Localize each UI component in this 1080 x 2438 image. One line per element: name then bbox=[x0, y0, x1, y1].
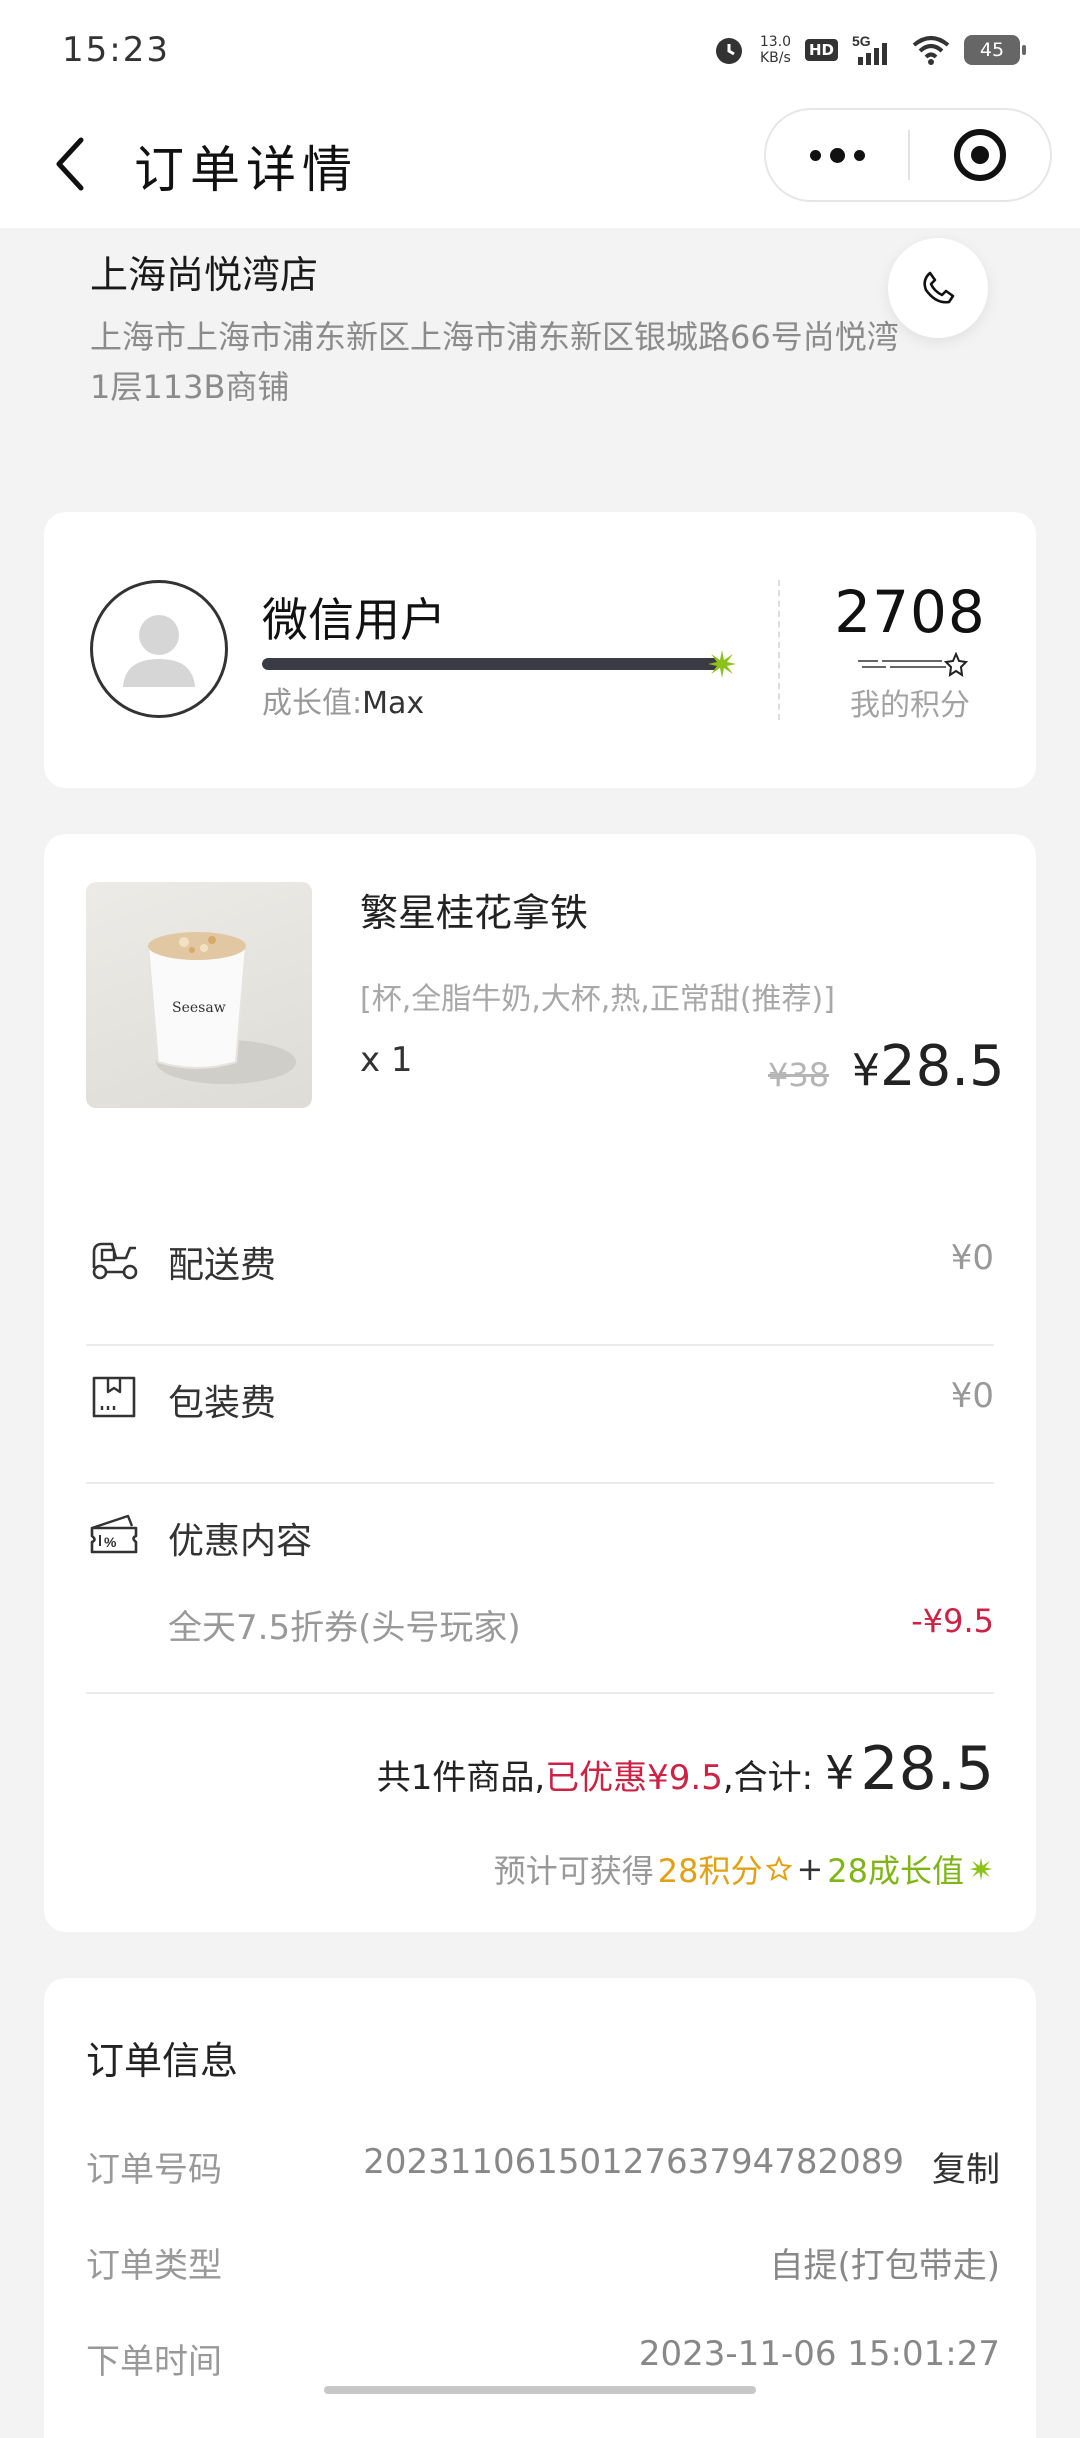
order-type-label: 订单类型 bbox=[86, 2246, 222, 2286]
delivery-fee-label: 配送费 bbox=[168, 1245, 277, 1286]
member-card: 微信用户 成长值:Max 2708 我的积分 bbox=[44, 512, 1036, 788]
delivery-fee-value: ¥0 bbox=[950, 1238, 994, 1278]
delivery-fee-row: 配送费 ¥0 bbox=[86, 1210, 994, 1306]
divider bbox=[86, 1692, 994, 1694]
cup-logo-text: Seesaw bbox=[172, 1000, 226, 1016]
phone-icon bbox=[923, 271, 955, 304]
order-info-title: 订单信息 bbox=[86, 2039, 239, 2083]
divider bbox=[86, 1482, 994, 1484]
close-miniprogram-button[interactable] bbox=[910, 127, 1050, 183]
discount-label: 优惠内容 bbox=[168, 1521, 313, 1562]
earn-rewards-line: 预计可获得 28积分 + 28成长值 bbox=[494, 1846, 994, 1892]
svg-text:%: % bbox=[104, 1534, 117, 1550]
product-quantity: x 1 bbox=[360, 1040, 413, 1080]
packing-fee-label: 包装费 bbox=[168, 1383, 277, 1424]
avatar-icon bbox=[123, 615, 195, 687]
discount-detail: 全天7.5折券(头号玩家) bbox=[168, 1608, 521, 1648]
divider bbox=[86, 1344, 994, 1346]
growth-star-icon bbox=[708, 650, 736, 678]
store-name: 上海尚悦湾店 bbox=[90, 253, 319, 297]
order-info-card: 订单信息 订单号码 2023110615012763794782089 复制 订… bbox=[44, 1978, 1036, 2438]
earn-points: 28积分 bbox=[657, 1852, 763, 1890]
battery-indicator: 45 bbox=[964, 35, 1026, 65]
user-name: 微信用户 bbox=[262, 593, 446, 647]
order-number-row: 订单号码 2023110615012763794782089 复制 bbox=[86, 2142, 1000, 2202]
order-number-label: 订单号码 bbox=[86, 2150, 222, 2190]
nav-bar: 订单详情 bbox=[0, 100, 1080, 228]
order-time-value: 2023-11-06 15:01:27 bbox=[638, 2334, 1000, 2374]
points-star-icon bbox=[766, 1856, 793, 1882]
total-value: 28.5 bbox=[860, 1734, 994, 1804]
points-value[interactable]: 2708 bbox=[810, 578, 1010, 646]
product-image: Seesaw bbox=[86, 882, 312, 1108]
item-count: 共1件商品, bbox=[376, 1758, 546, 1798]
more-button[interactable] bbox=[766, 110, 908, 200]
more-icon-center bbox=[829, 147, 845, 163]
store-info: 上海尚悦湾店 上海市上海市浦东新区上海市浦东新区银城路66号尚悦湾1层113B商… bbox=[0, 228, 1080, 478]
growth-progress-fill bbox=[262, 658, 720, 670]
plus-sign: + bbox=[796, 1850, 824, 1888]
call-store-button[interactable] bbox=[888, 238, 988, 338]
status-icons: 13.0 KB/s HD 5G 45 bbox=[712, 33, 1026, 67]
total-amount: ¥28.5 bbox=[825, 1734, 994, 1804]
avatar bbox=[90, 580, 228, 718]
order-type-value: 自提(打包带走) bbox=[769, 2246, 1000, 2286]
more-icon bbox=[809, 149, 821, 161]
order-time-label: 下单时间 bbox=[86, 2342, 222, 2382]
growth-progress-bar bbox=[262, 658, 720, 670]
back-arrow-icon bbox=[56, 137, 84, 191]
growth-label-text: 成长值: bbox=[262, 686, 363, 721]
growth-value-label: 成长值:Max bbox=[262, 678, 424, 722]
product-price: ¥28.5 bbox=[852, 1034, 1005, 1099]
home-indicator[interactable] bbox=[324, 2386, 756, 2394]
order-card: Seesaw 繁星桂花拿铁 [杯,全脂牛奶,大杯,热,正常甜(推荐)] x 1 … bbox=[44, 834, 1036, 1932]
product-name: 繁星桂花拿铁 bbox=[360, 891, 589, 935]
status-time: 15:23 bbox=[62, 30, 170, 70]
order-number-value: 2023110615012763794782089 bbox=[363, 2142, 904, 2182]
discount-amount: -¥9.5 bbox=[911, 1602, 994, 1640]
wifi-icon bbox=[912, 36, 950, 65]
order-type-row: 订单类型 自提(打包带走) bbox=[86, 2238, 1000, 2298]
original-price: ¥38 bbox=[768, 1056, 830, 1094]
member-divider bbox=[778, 580, 780, 720]
price-value: 28.5 bbox=[880, 1034, 1005, 1099]
svg-text:5G: 5G bbox=[852, 33, 871, 49]
back-button[interactable] bbox=[40, 126, 100, 202]
order-total-line: 共1件商品, 已优惠¥9.5 ,合计: ¥28.5 bbox=[377, 1734, 994, 1804]
coupon-icon: % bbox=[90, 1514, 138, 1554]
saved-amount: 已优惠¥9.5 bbox=[545, 1758, 723, 1798]
scooter-icon bbox=[92, 1242, 138, 1280]
product-spec: [杯,全脂牛奶,大杯,热,正常甜(推荐)] bbox=[360, 982, 835, 1017]
copy-button[interactable]: 复制 bbox=[932, 2142, 1000, 2191]
growth-value: Max bbox=[362, 686, 425, 721]
speed-value: 13.0 bbox=[759, 34, 791, 50]
target-icon bbox=[954, 129, 1006, 181]
more-icon-right bbox=[853, 149, 865, 161]
package-icon bbox=[92, 1376, 136, 1418]
total-symbol: ¥ bbox=[825, 1746, 855, 1800]
earn-prefix: 预计可获得 bbox=[493, 1852, 654, 1890]
packing-fee-row: 包装费 ¥0 bbox=[86, 1348, 994, 1444]
order-number-value-group: 2023110615012763794782089 复制 bbox=[363, 2142, 1000, 2191]
coffee-cup-image: Seesaw bbox=[146, 932, 296, 1084]
price-symbol: ¥ bbox=[852, 1045, 880, 1096]
growth-star-icon bbox=[969, 1857, 993, 1881]
store-address: 上海市上海市浦东新区上海市浦东新区银城路66号尚悦湾1层113B商铺 bbox=[90, 318, 899, 406]
page-title: 订单详情 bbox=[134, 141, 358, 199]
miniprogram-capsule bbox=[764, 108, 1052, 202]
points-star-icon bbox=[858, 652, 968, 678]
status-bar: 15:23 13.0 KB/s HD 5G 45 bbox=[0, 0, 1080, 100]
order-time-row: 下单时间 2023-11-06 15:01:27 bbox=[86, 2334, 1000, 2394]
discount-row: % 优惠内容 bbox=[86, 1486, 994, 1582]
earn-growth: 28成长值 bbox=[827, 1852, 964, 1890]
points-label: 我的积分 bbox=[850, 688, 970, 723]
signal-icon: 5G bbox=[852, 33, 887, 65]
speed-unit: KB/s bbox=[760, 50, 791, 66]
packing-fee-value: ¥0 bbox=[950, 1376, 994, 1416]
alarm-icon bbox=[715, 38, 742, 64]
total-label: ,合计: bbox=[722, 1758, 814, 1798]
network-speed: 13.0 KB/s bbox=[760, 34, 791, 66]
hd-badge: HD bbox=[804, 39, 838, 61]
